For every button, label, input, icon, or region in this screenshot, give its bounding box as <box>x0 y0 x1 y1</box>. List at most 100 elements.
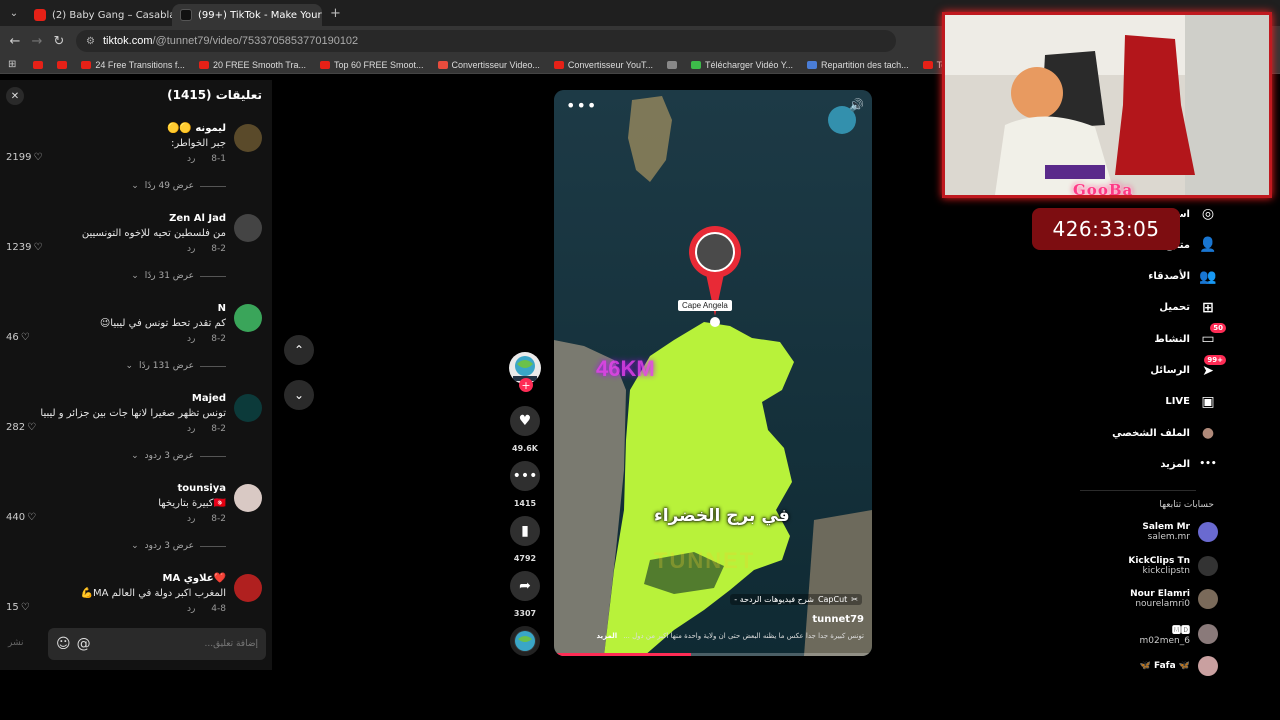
chevron-down-icon: ⌄ <box>131 451 139 461</box>
video-more-options-icon[interactable]: ••• <box>566 96 597 115</box>
new-tab-button[interactable]: + <box>322 6 349 21</box>
bookmark-item[interactable]: 20 FREE Smooth Tra... <box>192 60 313 70</box>
commenter-name[interactable]: ❤️علاوي MA <box>163 573 226 584</box>
commenter-name[interactable]: Zen Al Jad <box>169 213 226 224</box>
bookmark-item[interactable] <box>660 60 684 70</box>
browser-tab-youtube[interactable]: (2) Baby Gang – Casablanca (fe ✕ <box>26 4 172 26</box>
site-info-icon[interactable]: ⚙ <box>86 36 95 47</box>
commenter-name[interactable]: Majed <box>192 393 226 404</box>
video-author[interactable]: tunnet79 <box>812 614 864 625</box>
view-replies-button[interactable]: عرض 131 ردًا ⌄ <box>125 361 226 371</box>
account-username: salem.mr <box>1147 532 1190 542</box>
commenter-name[interactable]: N <box>218 303 226 314</box>
save-button[interactable]: ▮ <box>510 516 540 546</box>
reply-button[interactable]: رد <box>187 334 195 344</box>
reply-button[interactable]: رد <box>187 154 195 164</box>
view-replies-button[interactable]: عرض 31 ردًا ⌄ <box>131 271 226 281</box>
capcut-subtitle: شرح فيديوهات الردحة - <box>734 595 814 604</box>
commenter-name[interactable]: tounsiya <box>177 483 226 494</box>
sidebar-item[interactable]: ➤ 99+ الرسائل <box>1150 354 1226 383</box>
bookmark-item[interactable] <box>50 60 74 70</box>
comment-text: المغرب اكبر دولة في العالم MA💪 <box>80 588 226 599</box>
reply-button[interactable]: رد <box>187 514 195 524</box>
share-button[interactable]: ➦ <box>510 571 540 601</box>
commenter-avatar[interactable] <box>234 574 262 602</box>
more-description-button[interactable]: المزيد <box>596 632 617 640</box>
commenter-avatar[interactable] <box>234 214 262 242</box>
view-replies-label: عرض 3 ردود <box>144 451 194 461</box>
view-replies-button[interactable]: عرض 3 ردود ⌄ <box>131 541 226 551</box>
sidebar-item[interactable]: ••• المزيد <box>1160 452 1218 476</box>
comment-text: من فلسطين تحيه للإخوه التونسيين <box>81 228 226 239</box>
video-player[interactable]: ••• 🔊 Cape Angela 46KM في برج الخضراء TU… <box>554 90 872 656</box>
bookmark-item[interactable]: 24 Free Transitions f... <box>74 60 192 70</box>
video-progress-bar[interactable] <box>554 653 872 656</box>
back-icon[interactable]: ← <box>4 34 26 49</box>
chevron-up-icon: ⌃ <box>293 343 305 357</box>
comment-date: 4-8 <box>211 604 226 614</box>
browser-tab-tiktok[interactable]: (99+) TikTok - Make Your Day ✕ <box>172 4 322 26</box>
emoji-icon[interactable]: ☺ <box>56 636 71 652</box>
comment-like-button[interactable]: 2199 ♡ <box>6 152 42 163</box>
reply-button[interactable]: رد <box>187 244 195 254</box>
comment-like-button[interactable]: 440 ♡ <box>6 512 36 523</box>
view-replies-button[interactable]: عرض 49 ردًا ⌄ <box>131 181 226 191</box>
comment-like-button[interactable]: 1239 ♡ <box>6 242 42 253</box>
volume-icon[interactable]: 🔊 <box>849 98 864 112</box>
reply-button[interactable]: رد <box>187 604 195 614</box>
sidebar-item[interactable]: ● الملف الشخصي <box>1112 421 1218 445</box>
bookmark-item[interactable]: Convertisseur Video... <box>431 60 547 70</box>
comment-like-button[interactable]: 282 ♡ <box>6 422 36 433</box>
bookmark-item[interactable] <box>26 60 50 70</box>
bookmark-item[interactable]: Convertisseur YouT... <box>547 60 660 70</box>
like-button[interactable]: ♥ <box>510 406 540 436</box>
next-video-button[interactable]: ⌄ <box>284 380 314 410</box>
sidebar-item[interactable]: ▣ LIVE <box>1165 390 1218 414</box>
following-account[interactable]: 🦋 Fafa 🦋 <box>1140 656 1218 676</box>
comment-like-button[interactable]: 46 ♡ <box>6 332 30 343</box>
capcut-tag[interactable]: ✂ CapCut شرح فيديوهات الردحة - <box>730 594 862 605</box>
heart-outline-icon: ♡ <box>27 422 37 433</box>
tab-search-icon[interactable]: ⌄ <box>2 3 26 23</box>
bookmark-item[interactable]: Top 60 FREE Smoot... <box>313 60 431 70</box>
reload-icon[interactable]: ↻ <box>48 34 70 49</box>
mention-icon[interactable]: @ <box>77 636 91 652</box>
forward-icon[interactable]: → <box>26 34 48 49</box>
right-sidebar: ◎استكشاف👤متابَع👥الأصدقاء⊞تحميل▭50النشاط➤… <box>1080 196 1280 676</box>
sidebar-label: النشاط <box>1154 333 1190 345</box>
sidebar-item[interactable]: ⊞ تحميل <box>1159 296 1218 320</box>
sidebar-glyph: 👤 <box>1199 237 1217 254</box>
following-account[interactable]: Nour Elamri nourelamri0 <box>1130 589 1218 609</box>
commenter-name[interactable]: ليمونه 🟡🟡 <box>167 123 226 134</box>
bookmark-label: Repartition des tach... <box>821 59 909 70</box>
bookmark-label: Top 60 FREE Smoot... <box>333 59 424 70</box>
sidebar-item[interactable]: 👥 الأصدقاء <box>1148 265 1218 289</box>
following-account[interactable]: Salem Mr salem.mr <box>1142 522 1218 542</box>
comment-like-button[interactable]: 15 ♡ <box>6 602 30 613</box>
sidebar-glyph: 👥 <box>1199 268 1217 285</box>
like-count: 49.6K <box>512 444 538 453</box>
commenter-avatar[interactable] <box>234 304 262 332</box>
commenter-avatar[interactable] <box>234 124 262 152</box>
commenter-avatar[interactable] <box>234 484 262 512</box>
reply-button[interactable]: رد <box>187 424 195 434</box>
comment-button[interactable]: ••• <box>510 461 540 491</box>
view-replies-button[interactable]: عرض 3 ردود ⌄ <box>131 451 226 461</box>
follow-plus-icon[interactable]: + <box>519 378 533 392</box>
sound-disc[interactable] <box>510 626 540 656</box>
upload-icon: ⊞ <box>1198 298 1218 318</box>
following-account[interactable]: KickClips Tn kickclipstn <box>1128 555 1218 576</box>
bookmark-item[interactable]: Repartition des tach... <box>800 60 916 70</box>
address-bar[interactable]: ⚙ tiktok.com/@tunnet79/video/75337058537… <box>76 30 896 52</box>
following-account[interactable]: 🅼🅳 m02men_6 <box>1140 623 1218 646</box>
apps-grid-icon[interactable]: ⊞ <box>0 59 26 70</box>
bookmark-item[interactable]: Télécharger Vidéo Y... <box>684 60 800 70</box>
close-comments-button[interactable]: ✕ <box>6 87 24 105</box>
commenter-avatar[interactable] <box>234 394 262 422</box>
post-comment-button[interactable]: نشر <box>8 638 24 648</box>
bookmark-favicon-icon <box>922 60 933 69</box>
previous-video-button[interactable]: ⌃ <box>284 335 314 365</box>
comment-input[interactable]: ☺ @ إضافة تعليق... <box>48 628 266 660</box>
sidebar-item[interactable]: ▭ 50 النشاط <box>1154 323 1226 351</box>
share-count: 3307 <box>513 609 537 618</box>
